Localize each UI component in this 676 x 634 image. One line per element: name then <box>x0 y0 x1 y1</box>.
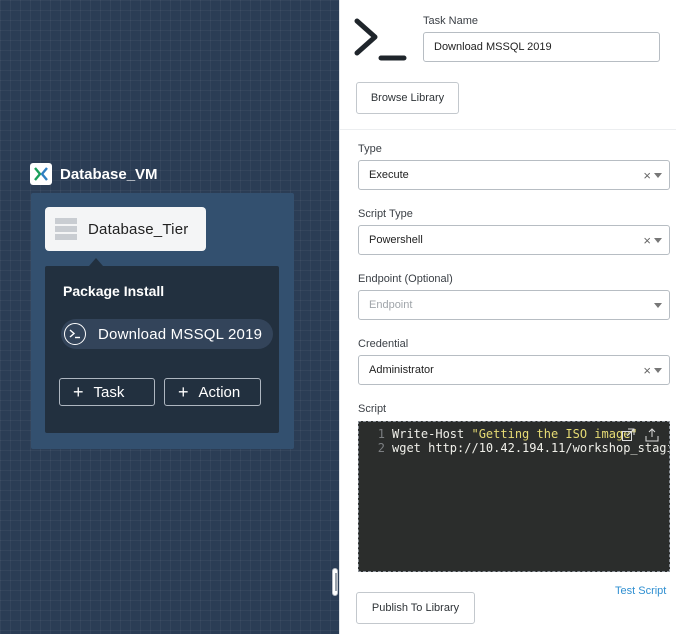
panel-header: Task Name Download MSSQL 2019 Browse Lib… <box>340 0 676 130</box>
panel-resize-handle[interactable] <box>332 568 338 596</box>
script-type-value: Powershell <box>369 234 423 246</box>
script-type-label: Script Type <box>358 208 413 220</box>
service-tier-card[interactable]: Database_Tier <box>45 207 206 251</box>
script-label: Script <box>358 403 387 415</box>
chevron-down-icon[interactable] <box>654 173 662 178</box>
task-config-panel: Task Name Download MSSQL 2019 Browse Lib… <box>339 0 676 634</box>
type-value: Execute <box>369 169 409 181</box>
package-install-panel: Package Install Download MSSQL 2019 + Ta… <box>45 266 279 433</box>
chevron-down-icon[interactable] <box>654 303 662 308</box>
plus-icon: + <box>73 382 84 402</box>
credential-label: Credential <box>358 338 409 350</box>
database-tier-icon <box>55 218 77 240</box>
credential-select[interactable]: Administrator × <box>358 355 670 385</box>
task-label: Download MSSQL 2019 <box>98 325 263 343</box>
editor-toolbar <box>621 428 659 445</box>
browse-library-button[interactable]: Browse Library <box>356 82 459 114</box>
vm-header[interactable]: Database_VM <box>30 163 158 185</box>
credential-value: Administrator <box>369 364 434 376</box>
clear-icon[interactable]: × <box>643 364 651 377</box>
popover-caret <box>89 258 103 266</box>
add-task-button[interactable]: + Task <box>59 378 155 406</box>
task-name-input[interactable]: Download MSSQL 2019 <box>423 32 660 62</box>
code-line: 1 Write-Host "Getting the ISO image" <box>359 427 638 441</box>
vm-name: Database_VM <box>60 165 158 183</box>
add-action-button[interactable]: + Action <box>164 378 261 406</box>
task-name-label: Task Name <box>423 15 479 27</box>
blueprint-canvas[interactable]: Database_VM Database_Tier Package Instal… <box>0 0 339 634</box>
line-number: 1 <box>377 427 385 441</box>
chevron-down-icon[interactable] <box>654 368 662 373</box>
test-script-link[interactable]: Test Script <box>615 585 666 597</box>
package-title: Package Install <box>63 283 165 299</box>
endpoint-select[interactable]: Endpoint <box>358 290 670 320</box>
script-type-select[interactable]: Powershell × <box>358 225 670 255</box>
type-label: Type <box>358 143 382 155</box>
line-number: 2 <box>377 441 385 455</box>
code-string: "Getting the ISO image" <box>471 427 638 441</box>
clear-icon[interactable]: × <box>643 234 651 247</box>
tier-name: Database_Tier <box>88 220 189 238</box>
task-item[interactable]: Download MSSQL 2019 <box>61 319 273 349</box>
nutanix-x-logo-icon <box>30 163 52 185</box>
terminal-prompt-icon <box>354 18 408 67</box>
chevron-down-icon[interactable] <box>654 238 662 243</box>
upload-icon[interactable] <box>645 428 659 445</box>
type-select[interactable]: Execute × <box>358 160 670 190</box>
terminal-prompt-icon <box>64 323 86 345</box>
publish-to-library-button[interactable]: Publish To Library <box>356 592 475 624</box>
clear-icon[interactable]: × <box>643 169 651 182</box>
plus-icon: + <box>178 382 189 402</box>
code-command: Write-Host <box>392 427 465 441</box>
script-editor[interactable]: 1 Write-Host "Getting the ISO image" 2 wge… <box>358 421 670 572</box>
endpoint-label: Endpoint (Optional) <box>358 273 453 285</box>
add-task-label: Task <box>93 383 125 401</box>
expand-icon[interactable] <box>621 428 635 445</box>
endpoint-placeholder: Endpoint <box>369 299 413 311</box>
add-action-label: Action <box>198 383 241 401</box>
task-name-value: Download MSSQL 2019 <box>434 41 552 53</box>
